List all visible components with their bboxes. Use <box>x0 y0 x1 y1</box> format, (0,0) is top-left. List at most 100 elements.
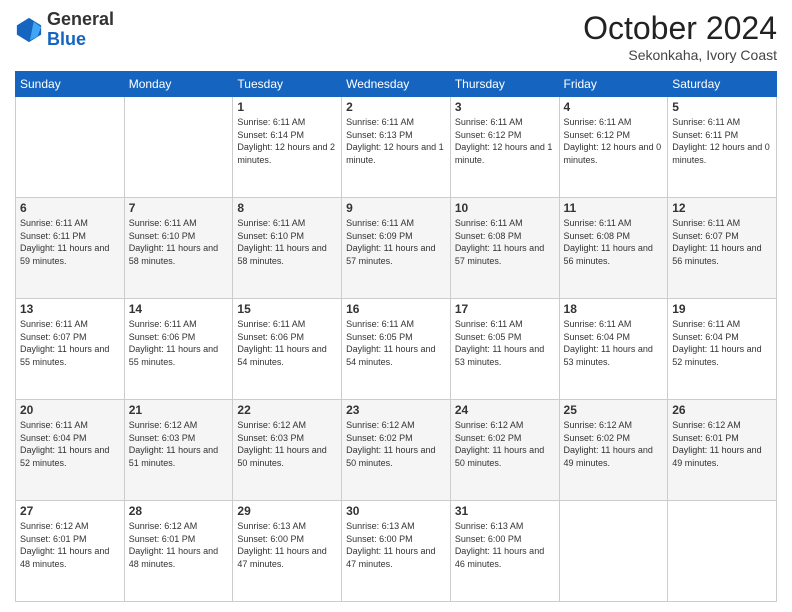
day-info: Sunrise: 6:12 AM Sunset: 6:02 PM Dayligh… <box>346 419 446 469</box>
table-row: 5 Sunrise: 6:11 AM Sunset: 6:11 PM Daylig… <box>668 97 777 198</box>
day-info: Sunrise: 6:11 AM Sunset: 6:08 PM Dayligh… <box>564 217 664 267</box>
table-row: 24 Sunrise: 6:12 AM Sunset: 6:02 PM Dayli… <box>450 400 559 501</box>
day-number: 1 <box>237 100 337 114</box>
calendar-table: Sunday Monday Tuesday Wednesday Thursday… <box>15 71 777 602</box>
day-info: Sunrise: 6:11 AM Sunset: 6:10 PM Dayligh… <box>237 217 337 267</box>
calendar-week-row: 6 Sunrise: 6:11 AM Sunset: 6:11 PM Daylig… <box>16 198 777 299</box>
day-number: 4 <box>564 100 664 114</box>
calendar-header-row: Sunday Monday Tuesday Wednesday Thursday… <box>16 72 777 97</box>
day-number: 16 <box>346 302 446 316</box>
day-info: Sunrise: 6:11 AM Sunset: 6:11 PM Dayligh… <box>20 217 120 267</box>
day-number: 2 <box>346 100 446 114</box>
day-info: Sunrise: 6:12 AM Sunset: 6:01 PM Dayligh… <box>20 520 120 570</box>
day-number: 13 <box>20 302 120 316</box>
day-info: Sunrise: 6:11 AM Sunset: 6:06 PM Dayligh… <box>237 318 337 368</box>
table-row: 23 Sunrise: 6:12 AM Sunset: 6:02 PM Dayli… <box>342 400 451 501</box>
day-number: 17 <box>455 302 555 316</box>
header: General Blue October 2024 Sekonkaha, Ivo… <box>15 10 777 63</box>
day-number: 30 <box>346 504 446 518</box>
table-row <box>16 97 125 198</box>
day-number: 25 <box>564 403 664 417</box>
table-row: 26Sunrise: 6:12 AM Sunset: 6:01 PM Dayli… <box>668 400 777 501</box>
table-row: 13 Sunrise: 6:11 AM Sunset: 6:07 PM Dayli… <box>16 299 125 400</box>
table-row: 6 Sunrise: 6:11 AM Sunset: 6:11 PM Daylig… <box>16 198 125 299</box>
calendar-week-row: 1 Sunrise: 6:11 AM Sunset: 6:14 PM Daylig… <box>16 97 777 198</box>
table-row: 17 Sunrise: 6:11 AM Sunset: 6:05 PM Dayli… <box>450 299 559 400</box>
col-friday: Friday <box>559 72 668 97</box>
day-info: Sunrise: 6:12 AM Sunset: 6:02 PM Dayligh… <box>564 419 664 469</box>
calendar-week-row: 27Sunrise: 6:12 AM Sunset: 6:01 PM Dayli… <box>16 501 777 602</box>
day-info: Sunrise: 6:11 AM Sunset: 6:11 PM Dayligh… <box>672 116 772 166</box>
table-row: 3Sunrise: 6:11 AM Sunset: 6:12 PM Daylig… <box>450 97 559 198</box>
col-sunday: Sunday <box>16 72 125 97</box>
day-info: Sunrise: 6:11 AM Sunset: 6:08 PM Dayligh… <box>455 217 555 267</box>
logo-general-text: General <box>47 10 114 30</box>
day-number: 19 <box>672 302 772 316</box>
table-row: 27Sunrise: 6:12 AM Sunset: 6:01 PM Dayli… <box>16 501 125 602</box>
day-number: 9 <box>346 201 446 215</box>
day-info: Sunrise: 6:12 AM Sunset: 6:01 PM Dayligh… <box>129 520 229 570</box>
day-number: 8 <box>237 201 337 215</box>
table-row: 15Sunrise: 6:11 AM Sunset: 6:06 PM Dayli… <box>233 299 342 400</box>
day-number: 5 <box>672 100 772 114</box>
day-number: 21 <box>129 403 229 417</box>
col-monday: Monday <box>124 72 233 97</box>
day-info: Sunrise: 6:13 AM Sunset: 6:00 PM Dayligh… <box>237 520 337 570</box>
day-info: Sunrise: 6:11 AM Sunset: 6:04 PM Dayligh… <box>564 318 664 368</box>
table-row: 4 Sunrise: 6:11 AM Sunset: 6:12 PM Daylig… <box>559 97 668 198</box>
table-row: 14 Sunrise: 6:11 AM Sunset: 6:06 PM Dayli… <box>124 299 233 400</box>
table-row: 29Sunrise: 6:13 AM Sunset: 6:00 PM Dayli… <box>233 501 342 602</box>
table-row: 30 Sunrise: 6:13 AM Sunset: 6:00 PM Dayli… <box>342 501 451 602</box>
day-info: Sunrise: 6:11 AM Sunset: 6:05 PM Dayligh… <box>455 318 555 368</box>
table-row: 20 Sunrise: 6:11 AM Sunset: 6:04 PM Dayli… <box>16 400 125 501</box>
day-info: Sunrise: 6:11 AM Sunset: 6:06 PM Dayligh… <box>129 318 229 368</box>
table-row: 28 Sunrise: 6:12 AM Sunset: 6:01 PM Dayli… <box>124 501 233 602</box>
table-row: 1 Sunrise: 6:11 AM Sunset: 6:14 PM Daylig… <box>233 97 342 198</box>
col-thursday: Thursday <box>450 72 559 97</box>
day-info: Sunrise: 6:11 AM Sunset: 6:09 PM Dayligh… <box>346 217 446 267</box>
day-info: Sunrise: 6:13 AM Sunset: 6:00 PM Dayligh… <box>346 520 446 570</box>
col-saturday: Saturday <box>668 72 777 97</box>
table-row: 22Sunrise: 6:12 AM Sunset: 6:03 PM Dayli… <box>233 400 342 501</box>
location-subtitle: Sekonkaha, Ivory Coast <box>583 47 777 63</box>
table-row <box>668 501 777 602</box>
day-number: 18 <box>564 302 664 316</box>
col-tuesday: Tuesday <box>233 72 342 97</box>
day-number: 11 <box>564 201 664 215</box>
table-row: 21 Sunrise: 6:12 AM Sunset: 6:03 PM Dayli… <box>124 400 233 501</box>
day-info: Sunrise: 6:13 AM Sunset: 6:00 PM Dayligh… <box>455 520 555 570</box>
table-row: 9 Sunrise: 6:11 AM Sunset: 6:09 PM Daylig… <box>342 198 451 299</box>
table-row <box>559 501 668 602</box>
table-row <box>124 97 233 198</box>
day-info: Sunrise: 6:11 AM Sunset: 6:13 PM Dayligh… <box>346 116 446 166</box>
day-info: Sunrise: 6:11 AM Sunset: 6:10 PM Dayligh… <box>129 217 229 267</box>
logo: General Blue <box>15 10 114 50</box>
table-row: 25 Sunrise: 6:12 AM Sunset: 6:02 PM Dayli… <box>559 400 668 501</box>
day-number: 6 <box>20 201 120 215</box>
day-info: Sunrise: 6:11 AM Sunset: 6:12 PM Dayligh… <box>564 116 664 166</box>
day-number: 7 <box>129 201 229 215</box>
logo-icon <box>15 16 43 44</box>
day-number: 31 <box>455 504 555 518</box>
logo-blue-text: Blue <box>47 30 114 50</box>
day-number: 23 <box>346 403 446 417</box>
day-number: 20 <box>20 403 120 417</box>
day-info: Sunrise: 6:11 AM Sunset: 6:07 PM Dayligh… <box>20 318 120 368</box>
table-row: 19 Sunrise: 6:11 AM Sunset: 6:04 PM Dayli… <box>668 299 777 400</box>
day-number: 12 <box>672 201 772 215</box>
day-info: Sunrise: 6:11 AM Sunset: 6:04 PM Dayligh… <box>20 419 120 469</box>
day-info: Sunrise: 6:12 AM Sunset: 6:03 PM Dayligh… <box>129 419 229 469</box>
table-row: 11 Sunrise: 6:11 AM Sunset: 6:08 PM Dayli… <box>559 198 668 299</box>
day-number: 24 <box>455 403 555 417</box>
day-number: 14 <box>129 302 229 316</box>
day-info: Sunrise: 6:12 AM Sunset: 6:03 PM Dayligh… <box>237 419 337 469</box>
month-title: October 2024 <box>583 10 777 47</box>
col-wednesday: Wednesday <box>342 72 451 97</box>
table-row: 18 Sunrise: 6:11 AM Sunset: 6:04 PM Dayli… <box>559 299 668 400</box>
day-info: Sunrise: 6:11 AM Sunset: 6:14 PM Dayligh… <box>237 116 337 166</box>
day-info: Sunrise: 6:11 AM Sunset: 6:04 PM Dayligh… <box>672 318 772 368</box>
day-info: Sunrise: 6:11 AM Sunset: 6:05 PM Dayligh… <box>346 318 446 368</box>
day-number: 28 <box>129 504 229 518</box>
calendar-week-row: 20 Sunrise: 6:11 AM Sunset: 6:04 PM Dayli… <box>16 400 777 501</box>
day-info: Sunrise: 6:12 AM Sunset: 6:02 PM Dayligh… <box>455 419 555 469</box>
